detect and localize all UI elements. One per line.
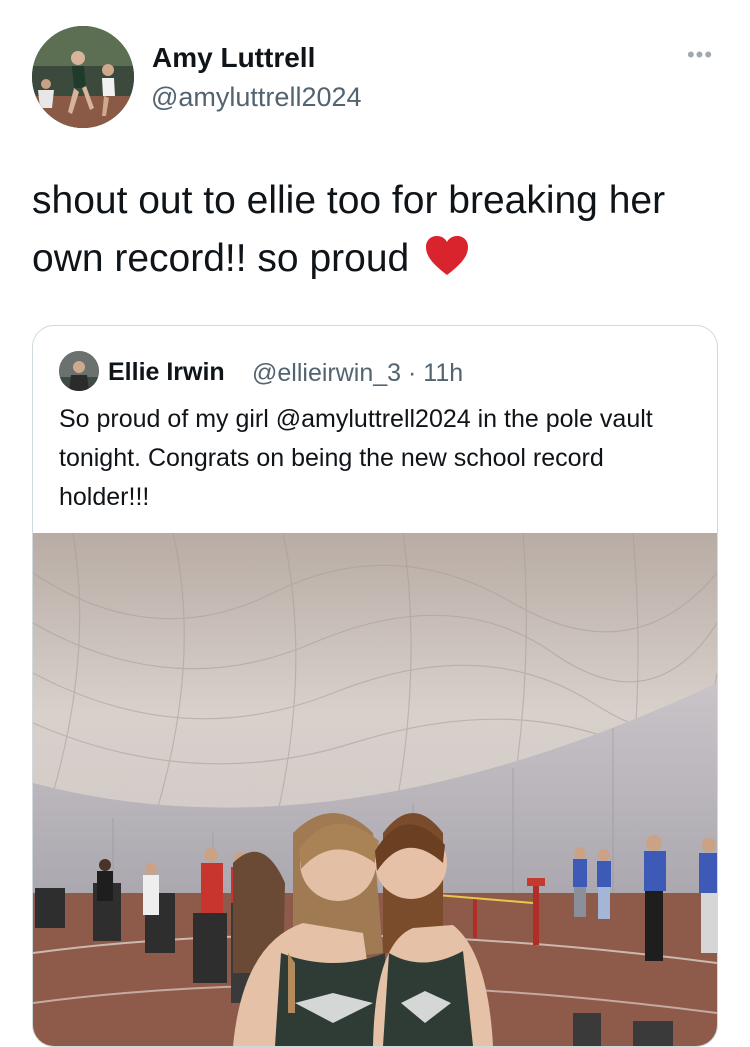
avatar-photo xyxy=(32,26,134,128)
quoted-tweet-photo[interactable] xyxy=(33,533,717,1046)
tweet-text: shout out to ellie too for breaking her … xyxy=(32,172,712,294)
quoted-author-name[interactable]: Ellie Irwin xyxy=(108,358,225,387)
author-handle[interactable]: @amyluttrell2024 xyxy=(151,82,362,113)
tweet-text-content: shout out to ellie too for breaking her … xyxy=(32,179,666,280)
author-name[interactable]: Amy Luttrell xyxy=(152,42,315,74)
more-options-button[interactable]: ••• xyxy=(682,43,718,67)
quoted-author-meta[interactable]: @ellieirwin_3 · 11h xyxy=(252,359,463,388)
quoted-author-avatar[interactable] xyxy=(59,351,99,391)
quoted-avatar-photo xyxy=(59,351,99,391)
author-avatar[interactable] xyxy=(32,26,134,128)
heart-icon xyxy=(424,235,470,294)
quoted-tweet-card[interactable]: Ellie Irwin @ellieirwin_3 · 11h So proud… xyxy=(32,325,718,1047)
photo-image xyxy=(33,533,717,1046)
quoted-tweet-text: So proud of my girl @amyluttrell2024 in … xyxy=(59,405,653,511)
